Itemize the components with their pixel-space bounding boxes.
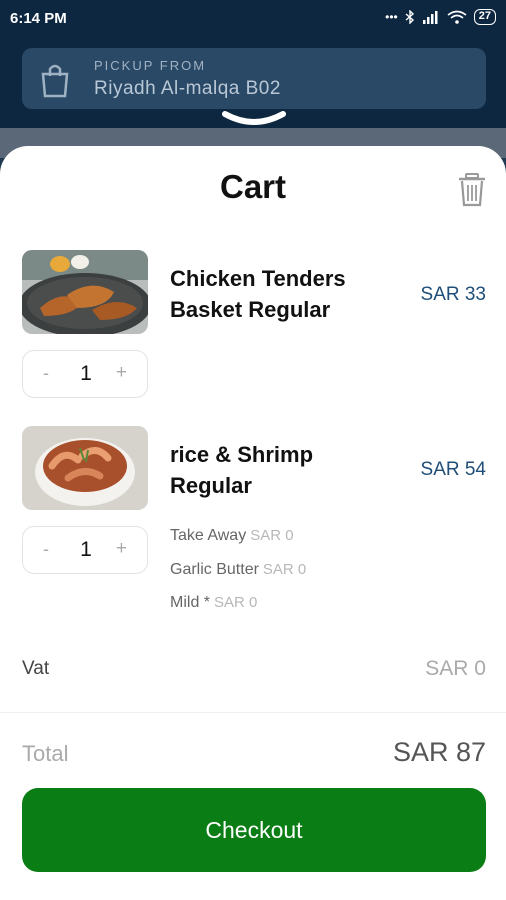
option-price: SAR 0 <box>262 561 307 578</box>
vat-value: SAR 0 <box>425 657 486 680</box>
quantity-value: 1 <box>80 362 92 385</box>
shopping-bag-icon <box>41 64 69 98</box>
quantity-stepper: - 1 + <box>22 526 148 574</box>
quantity-stepper: - 1 + <box>22 350 148 398</box>
vat-label: Vat <box>22 658 50 679</box>
quantity-value: 1 <box>80 538 92 561</box>
cart-sheet: Cart Chicken Tenders Basket Regular SAR … <box>0 146 506 900</box>
increase-button[interactable]: + <box>116 538 127 560</box>
increase-button[interactable]: + <box>116 362 127 384</box>
pickup-selector[interactable]: PICKUP FROM Riyadh Al-malqa B02 <box>22 48 486 109</box>
item-price: SAR 54 <box>420 459 486 480</box>
more-dots-icon: ••• <box>385 10 398 24</box>
signal-icon <box>422 11 438 24</box>
wifi-icon <box>447 10 467 24</box>
option-label: Garlic Butter <box>170 561 259 578</box>
rice-shrimp-image <box>22 426 148 510</box>
pickup-location: Riyadh Al-malqa B02 <box>94 78 281 99</box>
total-value: SAR 87 <box>392 737 486 767</box>
item-option: Mild * SAR 0 <box>170 594 257 612</box>
divider <box>0 712 506 713</box>
option-label: Take Away <box>170 527 247 544</box>
status-bar: 6:14 PM ••• 27 <box>0 0 506 38</box>
chevron-down-icon[interactable] <box>219 110 289 128</box>
item-price: SAR 33 <box>420 284 486 305</box>
bluetooth-icon <box>405 10 414 24</box>
status-time: 6:14 PM <box>10 10 67 27</box>
item-name: Chicken Tenders Basket Regular <box>170 266 346 322</box>
chicken-tenders-image <box>22 250 148 334</box>
total-label: Total <box>22 741 69 766</box>
pickup-label: PICKUP FROM <box>94 58 207 73</box>
option-label: Mild * <box>170 594 211 611</box>
trash-icon[interactable] <box>456 172 488 208</box>
item-name: rice & Shrimp Regular <box>170 442 314 498</box>
cart-title: Cart <box>219 168 287 205</box>
option-price: SAR 0 <box>214 594 258 611</box>
pickup-header: PICKUP FROM Riyadh Al-malqa B02 <box>0 38 506 128</box>
option-price: SAR 0 <box>250 527 294 544</box>
battery-indicator: 27 <box>473 9 496 25</box>
item-option: Garlic Butter SAR 0 <box>170 561 306 579</box>
checkout-button[interactable]: Checkout <box>22 788 486 872</box>
status-icons: ••• 27 <box>385 9 496 25</box>
item-option: Take Away SAR 0 <box>170 527 294 545</box>
